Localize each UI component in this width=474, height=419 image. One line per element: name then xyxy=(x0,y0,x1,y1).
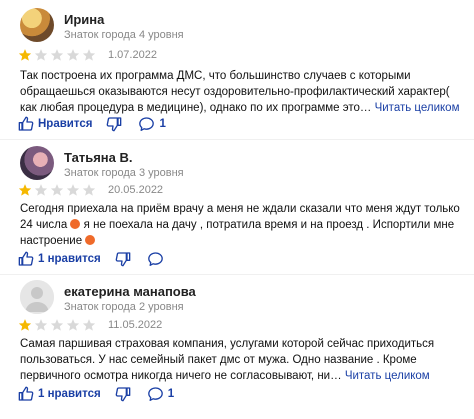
star-icon xyxy=(18,49,32,61)
star-icon xyxy=(82,49,96,61)
reviewer-name[interactable]: екатерина манапова xyxy=(64,284,196,299)
like-button[interactable]: 1 нравится xyxy=(18,386,101,402)
thumb-down-icon xyxy=(115,252,131,267)
star-rating xyxy=(18,183,96,197)
review-text: Так построена их программа ДМС, что боль… xyxy=(20,68,460,116)
reviewer-level: Знаток города 4 уровня xyxy=(64,29,184,41)
comment-icon xyxy=(139,117,155,131)
thumb-up-icon xyxy=(18,386,34,401)
star-icon xyxy=(50,184,64,196)
divider xyxy=(0,139,474,140)
star-icon xyxy=(66,49,80,61)
review-actions: 1 нравится xyxy=(18,251,164,267)
star-icon xyxy=(50,49,64,61)
review-date: 20.05.2022 xyxy=(108,184,164,196)
avatar[interactable] xyxy=(20,8,54,42)
angry-face-emoji-icon xyxy=(85,235,96,245)
star-rating xyxy=(18,48,96,62)
like-label: Нравится xyxy=(38,118,93,130)
read-more-link[interactable]: Читать целиком xyxy=(375,102,460,114)
star-icon xyxy=(34,184,48,196)
divider xyxy=(0,274,474,275)
like-button[interactable]: 1 нравится xyxy=(18,251,101,267)
star-icon xyxy=(18,319,32,331)
star-icon xyxy=(34,319,48,331)
star-icon xyxy=(66,184,80,196)
read-more-link[interactable]: Читать целиком xyxy=(345,370,430,382)
comment-icon xyxy=(147,252,163,266)
reviewer-level: Знаток города 2 уровня xyxy=(64,301,184,313)
review-date: 1.07.2022 xyxy=(108,49,157,61)
reviewer-level: Знаток города 3 уровня xyxy=(64,167,184,179)
comments-button[interactable]: 1 xyxy=(138,116,166,132)
dislike-button[interactable] xyxy=(115,386,131,402)
dislike-button[interactable] xyxy=(115,251,131,267)
review-date: 11.05.2022 xyxy=(108,319,163,331)
dislike-button[interactable] xyxy=(106,116,122,132)
like-label: 1 нравится xyxy=(38,253,101,265)
review-actions: Нравится 1 xyxy=(18,116,166,132)
star-rating xyxy=(18,318,96,332)
like-label: 1 нравится xyxy=(38,388,101,400)
angry-face-emoji-icon xyxy=(70,219,81,229)
review-text: Сегодня приехала на приём врачу а меня н… xyxy=(20,201,460,249)
comments-button[interactable] xyxy=(147,251,164,267)
comments-count: 1 xyxy=(167,388,175,400)
star-icon xyxy=(18,184,32,196)
comment-icon xyxy=(147,387,163,401)
avatar[interactable] xyxy=(20,146,54,180)
default-avatar-icon xyxy=(20,280,54,314)
reviewer-name[interactable]: Татьяна В. xyxy=(64,150,133,165)
thumb-up-icon xyxy=(18,116,34,131)
thumb-down-icon xyxy=(107,117,122,132)
star-icon xyxy=(66,319,80,331)
like-button[interactable]: Нравится xyxy=(18,116,92,132)
review-actions: 1 нравится 1 xyxy=(18,386,174,402)
star-icon xyxy=(82,319,96,331)
comments-button[interactable]: 1 xyxy=(147,386,174,402)
star-icon xyxy=(82,184,96,196)
star-icon xyxy=(50,319,64,331)
avatar[interactable] xyxy=(20,280,54,314)
reviewer-name[interactable]: Ирина xyxy=(64,12,104,27)
thumb-down-icon xyxy=(115,387,131,402)
thumb-up-icon xyxy=(18,251,34,266)
star-icon xyxy=(34,49,48,61)
review-text: Самая паршивая страховая компания, услуг… xyxy=(20,336,460,384)
comments-count: 1 xyxy=(159,118,166,130)
